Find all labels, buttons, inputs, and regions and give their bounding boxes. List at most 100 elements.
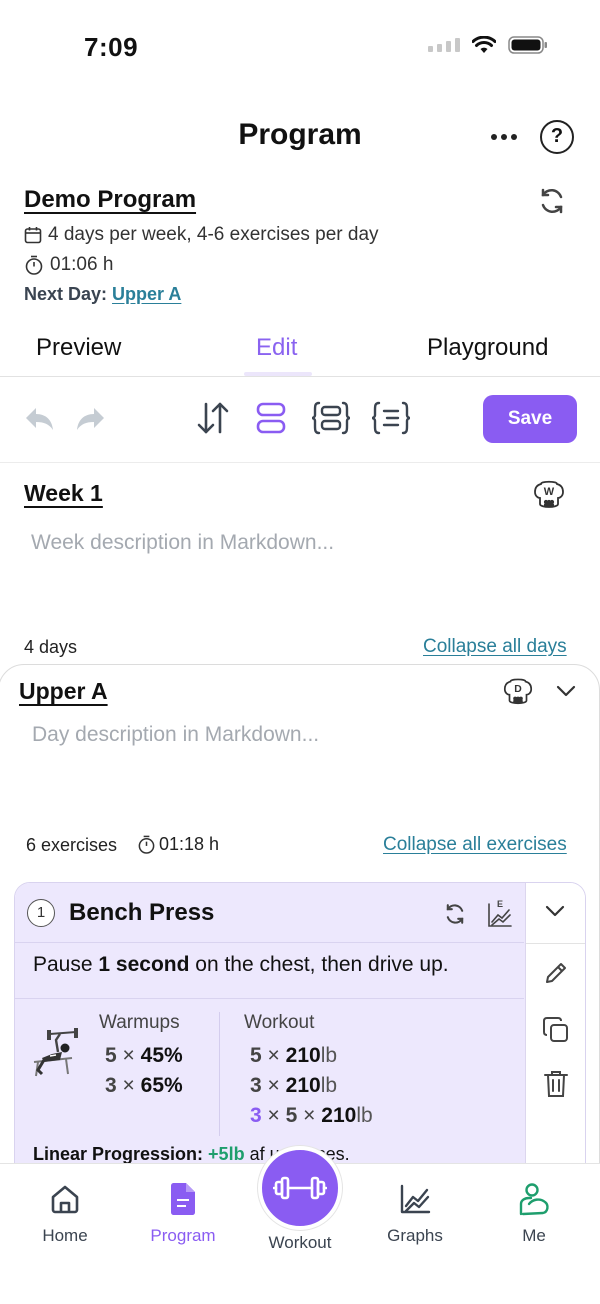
cellular-signal-icon: [428, 38, 460, 52]
set-reps: 3: [250, 1074, 262, 1097]
trash-icon: [544, 1071, 568, 1097]
divider: [526, 943, 585, 944]
warmups-label: Warmups: [99, 1012, 180, 1033]
pencil-icon: [546, 963, 566, 983]
note-text: on the chest, then drive up.: [189, 953, 449, 976]
sync-icon: [541, 188, 563, 214]
redo-button[interactable]: [74, 398, 108, 438]
divider: [0, 376, 600, 377]
save-button[interactable]: Save: [483, 395, 577, 443]
stopwatch-icon: [25, 255, 43, 275]
day-stats-button[interactable]: D: [501, 674, 535, 708]
nav-home-label: Home: [42, 1226, 88, 1245]
battery-icon: [508, 36, 547, 54]
user-flex-icon: [519, 1183, 549, 1216]
nav-program-label: Program: [150, 1226, 216, 1245]
exercise-graph-button[interactable]: E: [487, 898, 513, 928]
week-title[interactable]: Week 1: [24, 480, 103, 507]
nav-program[interactable]: Program: [128, 1182, 238, 1246]
exercise-note: Pause 1 second on the chest, then drive …: [33, 953, 449, 977]
nav-workout-label: Workout: [268, 1233, 332, 1252]
day-title[interactable]: Upper A: [19, 678, 108, 705]
warmup-set: 5 × 45%: [105, 1044, 183, 1068]
note-bold-text: 1 second: [98, 953, 190, 976]
workout-set: 5 × 210lb: [250, 1044, 337, 1068]
json-view-button[interactable]: [311, 398, 351, 438]
tab-playground[interactable]: Playground: [427, 334, 548, 362]
sync-icon: [446, 904, 464, 924]
set-weight: 210: [321, 1104, 357, 1127]
week-icon-letter: W: [544, 486, 555, 498]
collapse-all-exercises-link[interactable]: Collapse all exercises: [383, 834, 567, 856]
duplicate-exercise-button[interactable]: [542, 1016, 570, 1044]
set-weight: 210: [285, 1044, 321, 1067]
delete-exercise-button[interactable]: [543, 1069, 569, 1099]
weight-unit: lb: [356, 1104, 373, 1127]
sort-arrows-icon: [197, 402, 229, 434]
graph-icon: [400, 1184, 431, 1214]
weight-unit: lb: [320, 1044, 338, 1067]
exercise-name[interactable]: Bench Press: [69, 899, 214, 927]
program-duration-row: 01:06 h: [24, 254, 113, 276]
text-view-button[interactable]: [371, 398, 411, 438]
week-description-input[interactable]: Week description in Markdown...: [31, 531, 334, 555]
edit-exercise-button[interactable]: [543, 960, 569, 986]
times-sign: ×: [303, 1104, 316, 1127]
day-icon-letter: D: [514, 684, 522, 695]
help-button[interactable]: ?: [540, 120, 574, 154]
exercise-collapse-button[interactable]: [545, 904, 565, 918]
exercise-swap-button[interactable]: [443, 902, 467, 926]
next-day-link[interactable]: Upper A: [112, 284, 181, 304]
nav-workout-button[interactable]: [258, 1146, 342, 1230]
reorder-button[interactable]: [195, 398, 231, 438]
tab-edit[interactable]: Edit: [256, 334, 297, 362]
program-name[interactable]: Demo Program: [24, 186, 196, 214]
workout-set: 3 × 5 × 210lb: [250, 1104, 373, 1128]
nav-me[interactable]: Me: [479, 1182, 589, 1246]
nav-me-label: Me: [522, 1226, 546, 1245]
note-text: Pause: [33, 953, 99, 976]
wifi-icon: [472, 36, 496, 53]
undo-icon: [26, 408, 53, 430]
collapse-view-button[interactable]: [254, 398, 288, 438]
document-icon: [171, 1183, 195, 1215]
workout-set: 3 × 210lb: [250, 1074, 337, 1098]
week-stats-button[interactable]: W: [531, 476, 567, 512]
sync-button[interactable]: [537, 186, 567, 216]
divider: [14, 998, 524, 999]
set-percent: 65%: [140, 1074, 183, 1097]
program-duration: 01:06 h: [50, 254, 114, 275]
progression-value: +5lb: [208, 1144, 245, 1164]
times-sign: ×: [122, 1044, 135, 1067]
program-schedule: 4 days per week, 4-6 exercises per day: [48, 224, 379, 245]
undo-button[interactable]: [22, 398, 56, 438]
calendar-icon: [24, 227, 42, 244]
rows-icon: [256, 402, 286, 434]
nav-home[interactable]: Home: [10, 1182, 120, 1246]
collapse-all-days-link[interactable]: Collapse all days: [423, 636, 567, 658]
home-icon: [51, 1185, 79, 1214]
set-reps: 5: [250, 1044, 262, 1067]
more-horizontal-icon: [491, 134, 517, 140]
nav-graphs[interactable]: Graphs: [360, 1182, 470, 1246]
day-collapse-button[interactable]: [556, 684, 576, 698]
set-reps: 5: [105, 1044, 117, 1067]
day-description-input[interactable]: Day description in Markdown...: [32, 723, 319, 747]
times-sign: ×: [267, 1104, 280, 1127]
bench-press-figure-icon: [33, 1028, 78, 1077]
status-time: 7:09: [84, 32, 139, 62]
times-sign: ×: [267, 1074, 280, 1097]
more-options-button[interactable]: [486, 124, 522, 150]
divider: [14, 942, 524, 943]
times-sign: ×: [267, 1044, 280, 1067]
tab-preview[interactable]: Preview: [36, 334, 121, 362]
dumbbell-icon: [273, 1176, 327, 1200]
stopwatch-icon: [138, 835, 155, 854]
exercise-number-badge: 1: [27, 899, 55, 927]
exercises-count: 6 exercises: [26, 835, 118, 855]
set-count: 3: [250, 1104, 262, 1127]
exercise-illustration: [30, 1028, 82, 1082]
weight-unit: lb: [320, 1074, 338, 1097]
set-reps: 3: [105, 1074, 117, 1097]
day-duration-value: 01:18 h: [159, 834, 220, 854]
